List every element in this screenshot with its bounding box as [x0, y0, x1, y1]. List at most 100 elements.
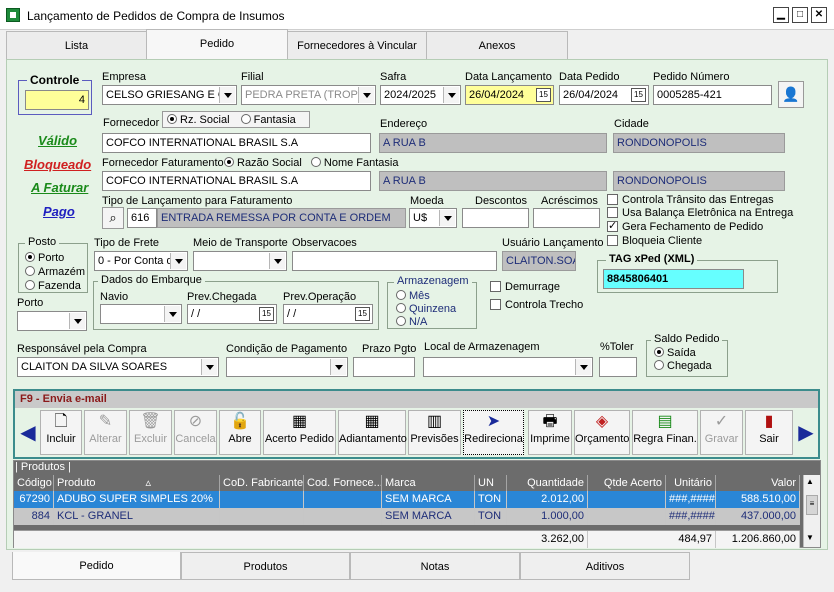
radio-chegada[interactable]: Chegada	[654, 360, 712, 372]
col-quantidade[interactable]: Quantidade	[507, 475, 588, 491]
radio-button[interactable]	[396, 290, 406, 300]
chevron-down-icon[interactable]	[164, 306, 180, 322]
cancela-button[interactable]: ⊘ Cancela	[174, 410, 217, 455]
toler-field[interactable]	[599, 357, 637, 377]
navio-select[interactable]	[100, 304, 182, 324]
radio-nome-fantasia[interactable]	[310, 157, 321, 167]
orcamento-button[interactable]: ◈ Orçamento	[574, 410, 630, 455]
alterar-button[interactable]: ✎ Alterar	[84, 410, 127, 455]
chevron-down-icon[interactable]	[330, 359, 346, 375]
observacoes-field[interactable]	[292, 251, 497, 271]
radio-button[interactable]	[25, 252, 35, 262]
radio-mes[interactable]: Mês	[396, 290, 430, 302]
acrescimos-field[interactable]	[533, 208, 600, 228]
prev-arrow-icon[interactable]: ◀	[17, 418, 39, 448]
checkbox[interactable]	[490, 281, 501, 292]
status-valido[interactable]: Válido	[38, 133, 77, 148]
bottom-tab-aditivos[interactable]: Aditivos	[520, 552, 690, 580]
adiantamento-button[interactable]: ▦ Adiantamento	[338, 410, 407, 455]
radio-rz-social[interactable]	[167, 114, 177, 124]
tab-lista[interactable]: Lista	[6, 31, 147, 60]
user-lookup-button[interactable]: 👤	[778, 81, 804, 108]
bottom-tab-produtos[interactable]: Produtos	[181, 552, 350, 580]
col-valor[interactable]: Valor	[716, 475, 800, 491]
table-row[interactable]: 67290 ADUBO SUPER SIMPLES 20% SEM MARCA …	[14, 491, 800, 508]
empresa-select[interactable]: CELSO GRIESANG E OU	[102, 85, 237, 105]
descontos-field[interactable]	[462, 208, 529, 228]
status-pago[interactable]: Pago	[43, 204, 75, 219]
imprime-button[interactable]: 🖶 Imprime	[528, 410, 572, 455]
radio-button[interactable]	[654, 360, 664, 370]
chevron-down-icon[interactable]	[443, 87, 459, 103]
chevron-down-icon[interactable]	[170, 253, 186, 269]
tab-pedido[interactable]: Pedido	[146, 29, 288, 60]
data-lancamento-field[interactable]: 26/04/2024 15	[465, 85, 554, 105]
col-unitario[interactable]: Unitário	[666, 475, 716, 491]
meio-transporte-select[interactable]	[193, 251, 287, 271]
checkbox[interactable]	[607, 194, 618, 205]
col-fabricante[interactable]: CoD. Fabricante	[220, 475, 304, 491]
chevron-down-icon[interactable]	[269, 253, 285, 269]
table-row[interactable]: 884 KCL - GRANEL SEM MARCA TON 1.000,00 …	[14, 508, 800, 525]
radio-button[interactable]	[654, 347, 664, 357]
chevron-down-icon[interactable]	[358, 87, 374, 103]
checkbox[interactable]	[607, 219, 618, 232]
radio-button[interactable]	[25, 266, 35, 276]
col-marca[interactable]: Marca	[382, 475, 475, 491]
calendar-icon[interactable]: 15	[259, 307, 274, 321]
radio-saida[interactable]: Saída	[654, 347, 696, 359]
col-qtde-acerto[interactable]: Qtde Acerto	[588, 475, 666, 491]
chevron-down-icon[interactable]	[439, 210, 455, 226]
incluir-button[interactable]: 🗋 Incluir	[40, 410, 82, 455]
check-bloqueia-cliente[interactable]: Bloqueia Cliente	[607, 235, 702, 247]
calendar-icon[interactable]: 15	[355, 307, 370, 321]
chevron-down-icon[interactable]	[201, 359, 217, 375]
porto-select[interactable]	[17, 311, 87, 331]
pedido-numero-field[interactable]: 0005285-421	[653, 85, 772, 105]
check-controla-trecho[interactable]: Controla Trecho	[490, 299, 583, 311]
status-bloqueado[interactable]: Bloqueado	[24, 157, 91, 172]
grid-scrollbar[interactable]: ▲ ≡ ▼	[803, 475, 820, 547]
radio-button[interactable]	[396, 303, 406, 313]
checkbox[interactable]	[607, 235, 618, 246]
radio-button[interactable]	[396, 316, 406, 326]
moeda-select[interactable]: U$	[409, 208, 457, 228]
status-a-faturar[interactable]: A Faturar	[31, 180, 88, 195]
prev-chegada-field[interactable]: / / 15	[187, 304, 277, 324]
excluir-button[interactable]: 🗑 Excluir	[129, 410, 172, 455]
check-controla-transito[interactable]: Controla Trânsito das Entregas	[607, 194, 774, 206]
email-bar[interactable]: F9 - Envia e-mail	[15, 391, 818, 408]
local-arm-select[interactable]	[423, 357, 593, 377]
sair-button[interactable]: ▮ Sair	[745, 410, 793, 455]
regra-finan-button[interactable]: ▤ Regra Finan.	[632, 410, 698, 455]
fornecedor-field[interactable]: COFCO INTERNATIONAL BRASIL S.A	[102, 133, 371, 153]
col-fornecedor[interactable]: Cod. Fornece...	[304, 475, 382, 491]
prazo-field[interactable]	[353, 357, 415, 377]
calendar-icon[interactable]: 15	[631, 88, 646, 102]
check-demurrage[interactable]: Demurrage	[490, 281, 560, 293]
radio-porto[interactable]: Porto	[25, 252, 64, 264]
tipo-lancamento-search-button[interactable]: ⌕	[102, 207, 124, 229]
radio-button[interactable]	[25, 280, 35, 290]
scroll-thumb[interactable]: ≡	[806, 495, 818, 515]
check-gera-fechamento[interactable]: Gera Fechamento de Pedido	[607, 219, 763, 233]
bottom-tab-pedido[interactable]: Pedido	[12, 552, 181, 580]
bottom-tab-notas[interactable]: Notas	[350, 552, 520, 580]
abre-button[interactable]: 🔓 Abre	[219, 410, 261, 455]
tipo-frete-select[interactable]: 0 - Por Conta d	[94, 251, 188, 271]
controle-field[interactable]: 4	[25, 90, 89, 110]
data-pedido-field[interactable]: 26/04/2024 15	[559, 85, 649, 105]
scroll-up-icon[interactable]: ▲	[806, 477, 814, 486]
chevron-down-icon[interactable]	[69, 313, 85, 329]
chevron-down-icon[interactable]	[575, 359, 591, 375]
radio-quinzena[interactable]: Quinzena	[396, 303, 456, 315]
calendar-icon[interactable]: 15	[536, 88, 551, 102]
check-usa-balanca[interactable]: Usa Balança Eletrônica na Entrega	[607, 207, 793, 219]
radio-fazenda[interactable]: Fazenda	[25, 280, 81, 292]
responsavel-select[interactable]: CLAITON DA SILVA SOARES	[17, 357, 219, 377]
radio-razao-social[interactable]	[224, 157, 234, 167]
col-codigo[interactable]: Código	[14, 475, 54, 491]
tag-field[interactable]: 8845806401	[603, 269, 744, 289]
tab-anexos[interactable]: Anexos	[426, 31, 568, 60]
chevron-down-icon[interactable]	[219, 87, 235, 103]
